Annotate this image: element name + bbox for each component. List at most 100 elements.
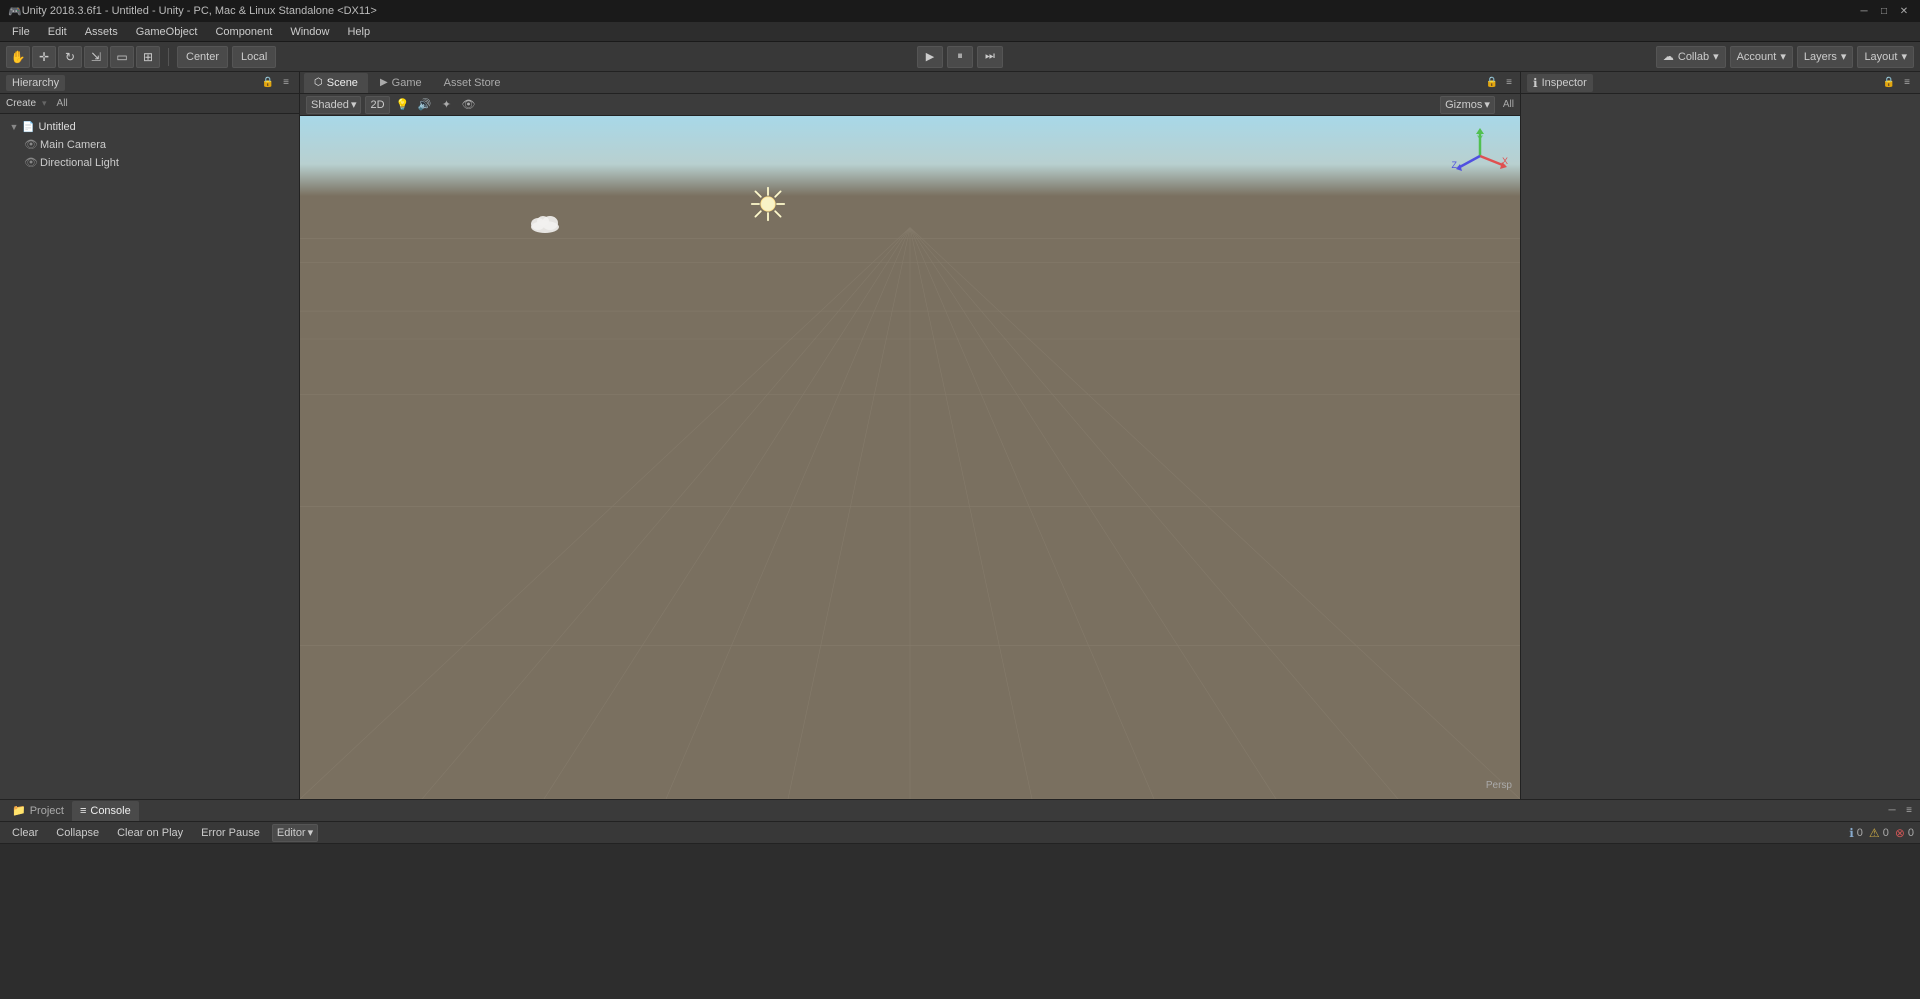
scene-gizmos-group: Gizmos ▾ All: [1440, 96, 1514, 114]
console-tab[interactable]: ≡ Console: [72, 801, 139, 821]
camera-eye-icon: 👁: [24, 138, 38, 152]
transform-tools: ✋ ✛ ↻ ⇲ ▭ ⊞: [6, 46, 160, 68]
project-tab-icon: 📁: [12, 804, 26, 817]
menu-item-gameobject[interactable]: GameObject: [128, 24, 206, 40]
scene-audio-button[interactable]: 🔊: [416, 96, 434, 114]
hierarchy-tab-label: Hierarchy: [12, 77, 59, 89]
scene-viewport[interactable]: Y X Z Persp: [300, 116, 1520, 799]
inspector-lock-button[interactable]: 🔒: [1882, 76, 1896, 90]
menu-item-window[interactable]: Window: [282, 24, 337, 40]
warning-icon: ⚠: [1869, 826, 1880, 840]
svg-text:Y: Y: [1477, 134, 1483, 144]
bottom-collapse-button[interactable]: ─: [1885, 804, 1899, 818]
layers-dropdown-icon: ▾: [1841, 50, 1847, 63]
hierarchy-create-button[interactable]: Create: [6, 98, 36, 109]
game-tab-icon: ▶: [380, 77, 388, 88]
hierarchy-menu-button[interactable]: ≡: [279, 76, 293, 90]
collab-button[interactable]: ☁ Collab ▾: [1656, 46, 1726, 68]
project-tab-label: Project: [30, 805, 64, 817]
shading-mode-label: Shaded: [311, 99, 349, 111]
editor-dropdown[interactable]: Editor ▾: [272, 824, 318, 842]
camera-label: Main Camera: [40, 139, 106, 151]
sky-background: [300, 116, 1520, 196]
pivot-center-button[interactable]: Center: [177, 46, 228, 68]
axis-gizmo[interactable]: Y X Z: [1450, 126, 1510, 186]
hierarchy-tab[interactable]: Hierarchy: [6, 75, 65, 91]
bottom-menu-button[interactable]: ≡: [1902, 804, 1916, 818]
scene-tab-icon: ⬡: [314, 77, 323, 88]
account-dropdown-icon: ▾: [1780, 50, 1786, 63]
menu-item-file[interactable]: File: [4, 24, 38, 40]
scene-menu-button[interactable]: ≡: [1502, 76, 1516, 90]
hierarchy-panel-controls: 🔒 ≡: [261, 76, 293, 90]
gizmos-label: Gizmos: [1445, 99, 1482, 111]
scene-lighting-button[interactable]: 💡: [394, 96, 412, 114]
error-icon: ⊗: [1895, 826, 1905, 840]
rect-tool-button[interactable]: ▭: [110, 46, 134, 68]
toolbar-separator-1: [168, 48, 169, 66]
cloud-svg: [528, 211, 562, 233]
inspector-tab[interactable]: ℹ Inspector: [1527, 74, 1593, 92]
info-count[interactable]: ℹ 0: [1849, 826, 1863, 840]
console-content: [0, 844, 1920, 999]
scene-expand-icon: ▼: [8, 121, 20, 133]
menu-item-component[interactable]: Component: [207, 24, 280, 40]
inspector-menu-button[interactable]: ≡: [1900, 76, 1914, 90]
close-button[interactable]: ✕: [1896, 3, 1912, 19]
scene-hidden-button[interactable]: 👁: [460, 96, 478, 114]
rotate-tool-button[interactable]: ↻: [58, 46, 82, 68]
menu-item-edit[interactable]: Edit: [40, 24, 75, 40]
inspector-content: [1521, 94, 1920, 799]
menu-item-assets[interactable]: Assets: [77, 24, 126, 40]
hierarchy-directional-light[interactable]: 👁 Directional Light: [0, 154, 299, 172]
shading-mode-dropdown[interactable]: Shaded ▾: [306, 96, 361, 114]
scene-lock-button[interactable]: 🔒: [1485, 76, 1499, 90]
project-tab[interactable]: 📁 Project: [4, 801, 72, 821]
title-icon: 🎮: [8, 5, 22, 18]
hierarchy-lock-button[interactable]: 🔒: [261, 76, 275, 90]
layout-label: Layout: [1864, 51, 1897, 63]
pause-button[interactable]: ⏸: [947, 46, 973, 68]
warning-count[interactable]: ⚠ 0: [1869, 826, 1889, 840]
hierarchy-filter-icon: ▾: [42, 98, 47, 109]
gizmos-dropdown[interactable]: Gizmos ▾: [1440, 96, 1495, 114]
scene-effects-button[interactable]: ✦: [438, 96, 456, 114]
hand-tool-button[interactable]: ✋: [6, 46, 30, 68]
play-button[interactable]: ▶: [917, 46, 943, 68]
2d-toggle-button[interactable]: 2D: [365, 96, 389, 114]
bottom-tabs: 📁 Project ≡ Console ─ ≡: [0, 800, 1920, 822]
step-button[interactable]: ⏭: [977, 46, 1003, 68]
pivot-local-button[interactable]: Local: [232, 46, 276, 68]
scene-tab[interactable]: ⬡ Scene: [304, 73, 368, 93]
collapse-button[interactable]: Collapse: [50, 824, 105, 842]
error-pause-button[interactable]: Error Pause: [195, 824, 266, 842]
clear-button[interactable]: Clear: [6, 824, 44, 842]
info-icon: ℹ: [1849, 826, 1854, 840]
error-count[interactable]: ⊗ 0: [1895, 826, 1914, 840]
asset-store-tab[interactable]: Asset Store: [434, 73, 511, 93]
minimize-button[interactable]: ─: [1856, 3, 1872, 19]
hierarchy-main-camera[interactable]: 👁 Main Camera: [0, 136, 299, 154]
game-tab[interactable]: ▶ Game: [370, 73, 432, 93]
layout-dropdown-icon: ▾: [1901, 50, 1907, 63]
bottom-wrapper: 📁 Project ≡ Console ─ ≡ Clear Collapse C…: [0, 799, 1920, 999]
clear-on-play-button[interactable]: Clear on Play: [111, 824, 189, 842]
console-counts: ℹ 0 ⚠ 0 ⊗ 0: [1849, 826, 1914, 840]
account-label: Account: [1737, 51, 1777, 63]
layers-dropdown[interactable]: Layers ▾: [1797, 46, 1854, 68]
scale-tool-button[interactable]: ⇲: [84, 46, 108, 68]
scene-item[interactable]: ▼ 📄 Untitled: [0, 118, 299, 136]
scene-file-icon: 📄: [22, 122, 34, 133]
inspector-tab-label: Inspector: [1542, 77, 1587, 89]
game-tab-label: Game: [392, 77, 422, 89]
warning-count-value: 0: [1883, 827, 1889, 839]
layout-dropdown[interactable]: Layout ▾: [1857, 46, 1914, 68]
center-area: ⬡ Scene ▶ Game Asset Store 🔒 ≡ Shade: [300, 72, 1520, 799]
scene-tab-label: Scene: [327, 77, 358, 89]
transform-tool-button[interactable]: ⊞: [136, 46, 160, 68]
scene-tab-controls: 🔒 ≡: [1485, 76, 1516, 90]
account-dropdown[interactable]: Account ▾: [1730, 46, 1793, 68]
maximize-button[interactable]: □: [1876, 3, 1892, 19]
menu-item-help[interactable]: Help: [339, 24, 378, 40]
move-tool-button[interactable]: ✛: [32, 46, 56, 68]
